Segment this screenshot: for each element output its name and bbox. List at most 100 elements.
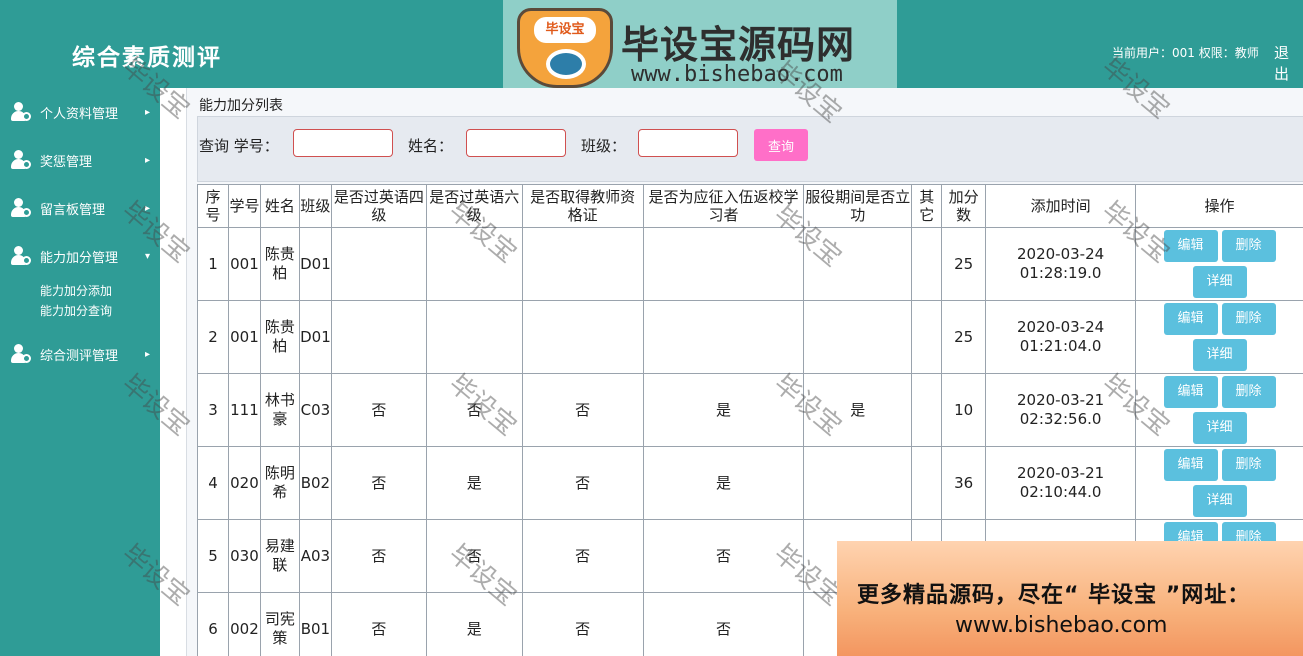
delete-button[interactable]: 删除 bbox=[1221, 376, 1276, 408]
table-cell bbox=[803, 446, 913, 520]
table-cell: B01 bbox=[298, 592, 332, 656]
sidebar-item-profile[interactable]: 个人资料管理 ▸ bbox=[0, 92, 160, 132]
table-cell: 否 bbox=[330, 446, 427, 520]
student-id-label: 查询 学号： bbox=[199, 137, 279, 155]
table-cell: 111 bbox=[227, 373, 261, 447]
table-cell: 否 bbox=[425, 373, 523, 447]
table-cell: 020 bbox=[227, 446, 261, 520]
column-header: 序号 bbox=[197, 184, 229, 228]
sidebar: 个人资料管理 ▸ 奖惩管理 ▸ 留言板管理 ▸ 能力加分管理 ▾ 能力加分添加 … bbox=[0, 88, 160, 656]
user-gear-icon bbox=[10, 343, 32, 365]
edit-button[interactable]: 编辑 bbox=[1163, 376, 1218, 408]
sidebar-item-label: 综合测评管理 bbox=[40, 348, 119, 364]
table-cell bbox=[330, 300, 427, 374]
logo-badge: 毕设宝 bbox=[534, 17, 596, 43]
logo-url: www.bishebao.com bbox=[631, 62, 843, 87]
table-cell: 是 bbox=[425, 592, 523, 656]
table-cell: 否 bbox=[521, 592, 644, 656]
table-cell: D01 bbox=[298, 227, 332, 301]
sidebar-item-label: 个人资料管理 bbox=[40, 106, 119, 122]
table-cell: 陈贵柏 bbox=[259, 227, 300, 301]
logo-name: 毕设宝源码网 bbox=[621, 23, 856, 67]
sidebar-item-rewards[interactable]: 奖惩管理 ▸ bbox=[0, 140, 160, 180]
detail-button[interactable]: 详细 bbox=[1192, 339, 1247, 371]
site-logo: 毕设宝 毕设宝源码网 www.bishebao.com bbox=[503, 0, 897, 92]
table-cell: C03 bbox=[298, 373, 332, 447]
page-title: 能力加分列表 bbox=[199, 98, 283, 114]
sidebar-item-evaluation[interactable]: 综合测评管理 ▸ bbox=[0, 334, 160, 374]
sidebar-subitem-query-bonus[interactable]: 能力加分查询 bbox=[40, 302, 112, 319]
table-cell: 是 bbox=[642, 373, 805, 447]
table-cell bbox=[911, 227, 943, 301]
edit-button[interactable]: 编辑 bbox=[1163, 230, 1218, 262]
table-cell: 3 bbox=[197, 373, 229, 447]
promo-url[interactable]: www.bishebao.com bbox=[955, 613, 1167, 638]
sidebar-subitem-add-bonus[interactable]: 能力加分添加 bbox=[40, 282, 112, 299]
table-cell: 6 bbox=[197, 592, 229, 656]
table-cell: 25 bbox=[941, 227, 987, 301]
table-cell: B02 bbox=[298, 446, 332, 520]
table-cell bbox=[911, 446, 943, 520]
table-cell: 2020-03-24 01:21:04.0 bbox=[985, 300, 1137, 374]
table-row: 3 111 林书豪 C03 否否否是是 10 2020-03-21 02:32:56.0 编辑… bbox=[197, 373, 1303, 447]
column-header: 是否取得教师资格证 bbox=[521, 184, 644, 228]
table-cell: 否 bbox=[521, 519, 644, 593]
table-cell bbox=[911, 373, 943, 447]
table-cell: 10 bbox=[941, 373, 987, 447]
table-cell: 否 bbox=[642, 592, 805, 656]
app-title: 综合素质测评 bbox=[72, 44, 222, 71]
student-id-input[interactable] bbox=[293, 129, 393, 157]
detail-button[interactable]: 详细 bbox=[1192, 412, 1247, 444]
delete-button[interactable]: 删除 bbox=[1221, 449, 1276, 481]
detail-button[interactable]: 详细 bbox=[1192, 485, 1247, 517]
column-header: 服役期间是否立功 bbox=[803, 184, 913, 228]
table-cell: 36 bbox=[941, 446, 987, 520]
search-button[interactable]: 查询 bbox=[754, 129, 808, 161]
table-cell: 否 bbox=[521, 373, 644, 447]
detail-button[interactable]: 详细 bbox=[1192, 266, 1247, 298]
logout-link[interactable]: 退出 bbox=[1274, 42, 1303, 84]
column-header: 是否为应征入伍返校学习者 bbox=[642, 184, 805, 228]
table-cell bbox=[521, 227, 644, 301]
sidebar-item-ability-bonus[interactable]: 能力加分管理 ▾ bbox=[0, 236, 160, 276]
column-header: 其它 bbox=[911, 184, 943, 228]
actions-cell: 编辑删除详细 bbox=[1135, 373, 1303, 447]
table-cell: 2 bbox=[197, 300, 229, 374]
table-cell: 1 bbox=[197, 227, 229, 301]
actions-cell: 编辑删除详细 bbox=[1135, 300, 1303, 374]
current-user-info: 当前用户：001 权限：教师 bbox=[1112, 46, 1259, 60]
delete-button[interactable]: 删除 bbox=[1221, 230, 1276, 262]
table-row: 4 020 陈明希 B02 否是否是 36 2020-03-21 02:10:44.0 编辑删… bbox=[197, 446, 1303, 520]
table-cell: D01 bbox=[298, 300, 332, 374]
logo-eye bbox=[546, 49, 586, 79]
sidebar-item-messages[interactable]: 留言板管理 ▸ bbox=[0, 188, 160, 228]
table-cell: 是 bbox=[425, 446, 523, 520]
column-header: 是否过英语六级 bbox=[425, 184, 523, 228]
actions-cell: 编辑删除详细 bbox=[1135, 227, 1303, 301]
search-form: 查询 学号： 姓名： 班级： 查询 bbox=[197, 116, 1303, 182]
edit-button[interactable]: 编辑 bbox=[1163, 449, 1218, 481]
promo-banner: 更多精品源码，尽在“ 毕设宝 ”网址： www.bishebao.com bbox=[837, 541, 1303, 656]
column-header: 添加时间 bbox=[985, 184, 1137, 228]
column-header: 姓名 bbox=[259, 184, 300, 228]
edit-button[interactable]: 编辑 bbox=[1163, 303, 1218, 335]
name-input[interactable] bbox=[466, 129, 566, 157]
user-gear-icon bbox=[10, 197, 32, 219]
column-header: 加分数 bbox=[941, 184, 987, 228]
user-gear-icon bbox=[10, 101, 32, 123]
table-cell: 002 bbox=[227, 592, 261, 656]
table-cell: 是 bbox=[803, 373, 913, 447]
table-cell: 5 bbox=[197, 519, 229, 593]
table-cell: 否 bbox=[330, 592, 427, 656]
table-row: 1 001 陈贵柏 D01 25 2020-03-24 01:28:19.0 编辑 删除 详细 bbox=[197, 227, 1303, 301]
table-cell: 林书豪 bbox=[259, 373, 300, 447]
table-cell: 司宪策 bbox=[259, 592, 300, 656]
table-cell bbox=[425, 227, 523, 301]
table-cell: A03 bbox=[298, 519, 332, 593]
column-header: 操作 bbox=[1135, 184, 1303, 228]
table-cell: 易建联 bbox=[259, 519, 300, 593]
table-cell bbox=[642, 227, 805, 301]
class-input[interactable] bbox=[638, 129, 738, 157]
delete-button[interactable]: 删除 bbox=[1221, 303, 1276, 335]
chevron-right-icon: ▸ bbox=[144, 202, 150, 214]
